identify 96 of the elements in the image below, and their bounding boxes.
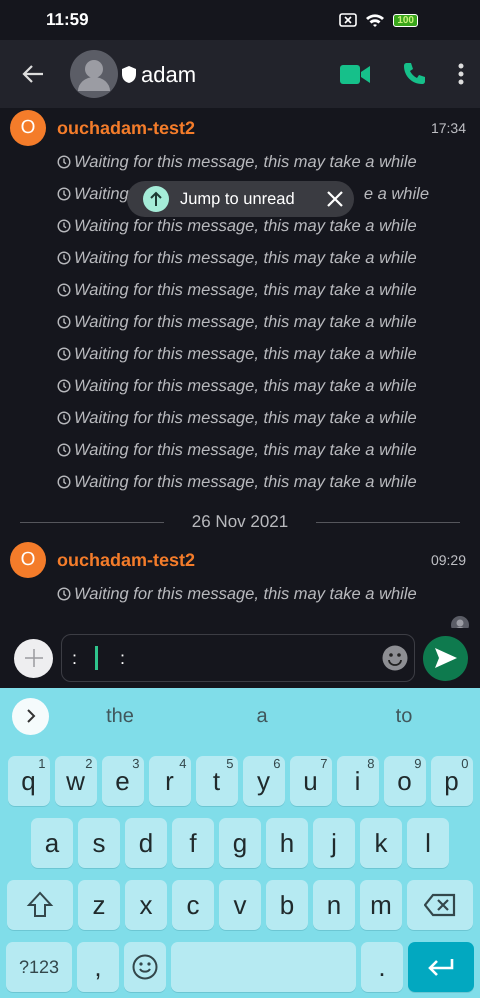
clock-icon [57, 379, 71, 393]
message-text: Waiting for this message, this may take a while [74, 152, 417, 173]
key-hint: 5 [226, 757, 234, 770]
battery-level: 100 [393, 14, 418, 26]
clock-icon [57, 251, 71, 265]
key[interactable]: g [219, 818, 261, 868]
emoji-icon [132, 954, 158, 980]
key[interactable]: s [78, 818, 120, 868]
message-text: Waiting for this message, this may take a while [74, 344, 417, 365]
plus-icon [24, 648, 44, 668]
key[interactable]: n [313, 880, 355, 930]
key[interactable]: d [125, 818, 167, 868]
key[interactable]: t 5 [196, 756, 238, 806]
expand-toolbar-button[interactable] [12, 698, 49, 734]
video-call-icon[interactable] [340, 64, 370, 84]
word-suggestion[interactable]: to [333, 701, 475, 731]
key-hint: 1 [38, 757, 46, 770]
key[interactable]: r 4 [148, 756, 190, 806]
backspace-key[interactable] [407, 880, 473, 930]
message-text: Waiting for this message, this may take a while [74, 584, 417, 605]
key-hint: 3 [132, 757, 140, 770]
enter-icon [427, 957, 455, 977]
enter-key[interactable] [408, 942, 474, 992]
back-icon[interactable] [22, 64, 44, 84]
key[interactable]: i 8 [336, 756, 378, 806]
send-icon [434, 647, 458, 669]
message-text: Waiting [74, 184, 129, 205]
key[interactable]: . [361, 942, 403, 992]
no-sim-icon [339, 13, 358, 27]
chevron-right-icon [26, 709, 36, 723]
key[interactable]: x [125, 880, 167, 930]
message-text: Waiting for this message, this may take a while [74, 408, 417, 429]
message-time: 17:34 [430, 118, 466, 138]
word-suggestion[interactable]: the [49, 701, 191, 731]
clock-icon [57, 475, 71, 489]
message-text: Waiting for this message, this may take a while [74, 280, 417, 301]
date-divider: 26 Nov 2021 [192, 511, 288, 534]
send-button[interactable] [423, 636, 468, 680]
key-hint: 2 [85, 757, 92, 770]
sender-name: ouchadam-test2 [57, 548, 196, 572]
phone-icon[interactable] [402, 62, 426, 86]
key-hint: 4 [179, 757, 186, 770]
message-text: Waiting for this message, this may take a while [74, 440, 417, 461]
message-text: Waiting for this message, this may take a while [74, 216, 417, 237]
clock-icon [57, 347, 71, 361]
clock-time: 11:59 [46, 9, 89, 32]
shift-icon [26, 891, 54, 919]
symbols-key[interactable]: ?123 [6, 942, 72, 992]
more-options-icon[interactable] [458, 63, 464, 85]
key[interactable]: m [360, 880, 402, 930]
attach-button[interactable] [14, 638, 53, 678]
message-time: 09:29 [430, 550, 466, 570]
message-text: Waiting for this message, this may take a while [74, 472, 417, 493]
key[interactable]: z [78, 880, 120, 930]
key-hint: 7 [320, 757, 328, 770]
backspace-icon [424, 893, 456, 917]
message-text: e a while [364, 184, 429, 205]
key-hint: 9 [414, 757, 422, 770]
key[interactable]: h [266, 818, 308, 868]
key[interactable]: j [313, 818, 355, 868]
sender-name: ouchadam-test2 [57, 116, 196, 140]
clock-icon [57, 443, 71, 457]
close-icon[interactable] [326, 190, 344, 208]
clock-icon [57, 315, 71, 329]
toast-label: Jump to unread [180, 188, 295, 210]
wifi-icon [365, 12, 386, 28]
key[interactable]: l [407, 818, 449, 868]
key-hint: 8 [367, 757, 374, 770]
emoji-icon[interactable] [382, 645, 408, 671]
key[interactable]: c [172, 880, 214, 930]
jump-to-unread-toast[interactable]: Jump to unread [127, 181, 354, 217]
word-suggestion[interactable]: a [191, 701, 333, 731]
message-text: Waiting for this message, this may take a while [74, 312, 417, 333]
arrow-up-icon [143, 186, 169, 212]
key[interactable]: b [266, 880, 308, 930]
shift-key[interactable] [7, 880, 73, 930]
key-hint: 0 [461, 757, 468, 770]
clock-icon [57, 411, 71, 425]
clock-icon [57, 219, 71, 233]
emoji-key[interactable] [124, 942, 166, 992]
key[interactable]: , [77, 942, 119, 992]
clock-icon [57, 187, 71, 201]
avatar[interactable] [70, 50, 118, 98]
key[interactable]: f [172, 818, 214, 868]
contact-name: adam [141, 60, 196, 88]
key[interactable]: v [219, 880, 261, 930]
clock-icon [57, 155, 71, 169]
key[interactable]: a [31, 818, 73, 868]
message-text: Waiting for this message, this may take a while [74, 248, 417, 269]
shield-icon [122, 66, 136, 82]
key[interactable]: k [360, 818, 402, 868]
clock-icon [57, 283, 71, 297]
message-input[interactable]: : : [61, 634, 415, 682]
key-hint: 6 [273, 757, 280, 770]
clock-icon [57, 587, 71, 601]
message-text: Waiting for this message, this may take a while [74, 376, 417, 397]
